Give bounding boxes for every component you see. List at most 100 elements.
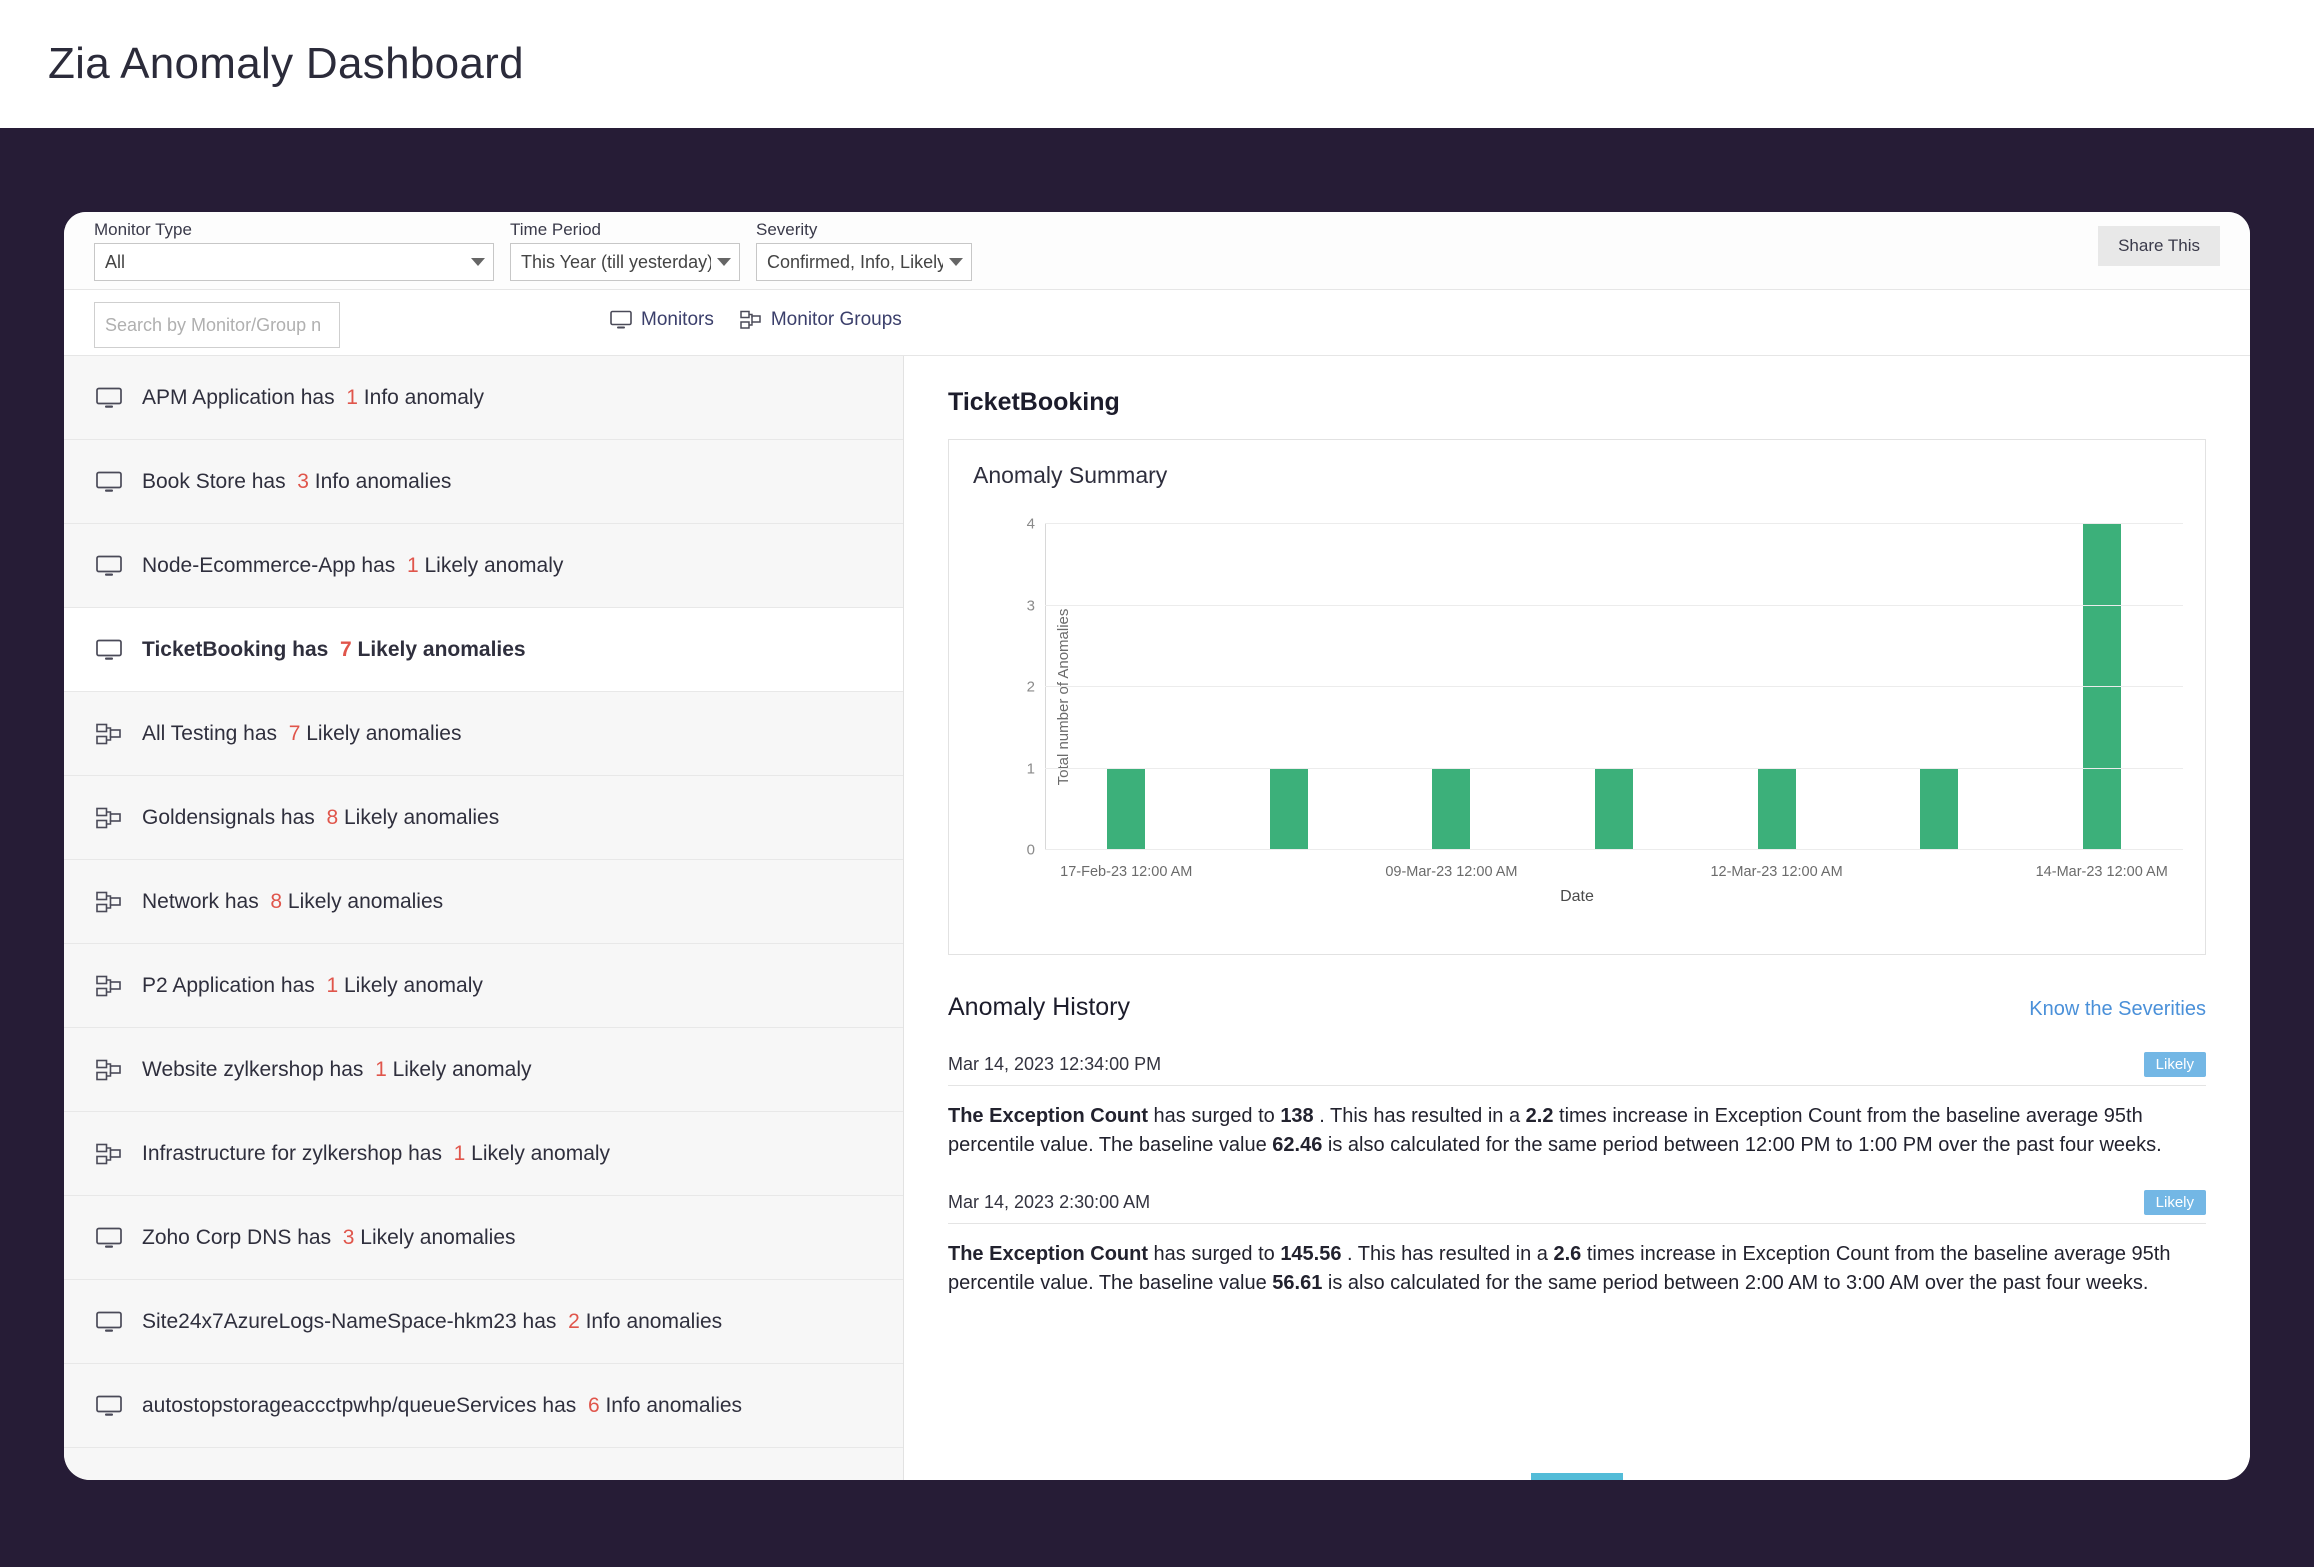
monitor-group-icon [96,1059,142,1081]
anomaly-entry-header: Mar 14, 2023 12:34:00 PM Likely [948,1052,2206,1086]
anomaly-count: 3 [297,469,309,493]
monitor-list-item-label: Goldensignals has 8 Likely anomalies [142,805,500,829]
monitor-list-item[interactable]: All Testing has 7 Likely anomalies [64,692,903,776]
filter-bar: Monitor Type All Time Period This Year (… [64,212,2250,290]
anomaly-history-list: Mar 14, 2023 12:34:00 PM Likely The Except… [948,1052,2206,1298]
anomaly-count: 6 [587,1393,600,1417]
monitor-type-select[interactable]: All [94,243,494,281]
monitor-list-item[interactable]: autostopstorageaccctpwhp/queueServices h… [64,1364,903,1448]
severity-filter: Severity Confirmed, Info, Likely [756,220,972,281]
anomaly-description: The Exception Count has surged to 145.56… [948,1243,2171,1294]
monitor-list-item[interactable]: P2 Application has 1 Likely anomaly [64,944,903,1028]
monitor-list-item-label: P2 Application has 1 Likely anomaly [142,973,483,997]
page-header: Zia Anomaly Dashboard [0,0,2314,128]
monitor-list-item[interactable]: Infrastructure for zylkershop has 1 Like… [64,1112,903,1196]
monitor-list-item-label: autostopstorageaccctpwhp/queueServices h… [142,1393,743,1417]
chart-y-tick: 0 [1026,841,1035,859]
anomaly-history-entry: Mar 14, 2023 2:30:00 AM Likely The Excepti… [948,1190,2206,1298]
anomaly-count: 8 [326,805,339,829]
severity-badge: Likely [2143,1052,2206,1077]
monitor-list-item[interactable]: Site24x7AzureLogs-NameSpace-hkm23 has 2 … [64,1280,903,1364]
monitor-group-icon [96,891,142,913]
chart-bar[interactable] [1920,768,1959,850]
monitor-list-item[interactable]: APM Application has 1 Info anomaly [64,356,903,440]
search-input[interactable] [94,302,340,348]
chart-x-tick: 14-Mar-23 12:00 AM [2035,864,2168,880]
anomaly-bar-chart: 0 1 2 3 4 17-Feb-23 12:00 AM 09-Mar-23 12:00 A… [1027,516,2183,880]
chart-gridline [1045,604,2183,606]
know-the-severities-link[interactable]: Know the Severities [2029,998,2206,1021]
chart-title: Anomaly Summary [973,462,1168,488]
anomaly-history-header: Anomaly History Know the Severities [948,993,2206,1022]
anomaly-summary-card: Anomaly Summary Total number of Anomalie… [948,439,2206,955]
monitor-group-icon [96,1143,142,1165]
chart-x-tick: 17-Feb-23 12:00 AM [1060,864,1193,880]
chevron-down-icon [471,258,485,266]
monitor-list-item-label: Node-Ecommerce-App has 1 Likely anomaly [142,553,564,577]
chart-bar[interactable] [1595,768,1633,850]
monitor-group-icon [740,310,762,330]
time-period-label: Time Period [510,220,602,239]
anomaly-count: 7 [288,721,301,745]
anomaly-count: 2 [568,1309,580,1333]
page-title: Zia Anomaly Dashboard [48,39,524,88]
monitor-group-icon [96,723,142,745]
monitor-type-value: All [105,251,126,272]
app-card: Monitor Type All Time Period This Year (… [64,212,2250,1480]
chart-gridline [1045,523,2183,524]
chart-bar[interactable] [1107,768,1146,850]
monitor-icon [610,310,632,330]
monitor-list-item[interactable]: Network has 8 Likely anomalies [64,860,903,944]
anomaly-count: 1 [453,1141,466,1165]
chart-y-tick: 1 [1026,760,1035,777]
anomaly-timestamp: Mar 14, 2023 2:30:00 AM [948,1192,1151,1212]
toggle-monitors[interactable]: Monitors [610,309,714,331]
monitor-list-item[interactable]: Goldensignals has 8 Likely anomalies [64,776,903,860]
chart-bars [1045,524,2183,850]
chart-gridline [1045,849,2183,850]
selected-monitor-title: TicketBooking [948,388,1120,416]
monitor-list-item[interactable]: Website zylkershop has 1 Likely anomaly [64,1028,903,1112]
load-more-indicator[interactable] [1531,1473,1623,1480]
chevron-down-icon [717,258,731,266]
share-this-button[interactable]: Share This [2098,226,2220,266]
anomaly-count: 1 [326,973,339,997]
chart-bar[interactable] [1757,768,1796,850]
monitor-list-item-label: APM Application has 1 Info anomaly [142,385,485,409]
monitor-list-item-label: Website zylkershop has 1 Likely anomaly [142,1057,532,1081]
anomaly-count: 1 [346,385,358,409]
chart-bar[interactable] [1269,768,1308,850]
monitor-list-item[interactable]: Zoho Corp DNS has 3 Likely anomalies [64,1196,903,1280]
monitor-type-label: Monitor Type [94,220,192,239]
severity-select[interactable]: Confirmed, Info, Likely [756,243,972,281]
monitor-list-item[interactable]: Book Store has 3 Info anomalies [64,440,903,524]
detail-pane: TicketBooking Anomaly Summary Total numb… [904,356,2250,1480]
monitor-list[interactable]: APM Application has 1 Info anomaly Book S… [64,356,904,1480]
chart-y-tick: 2 [1026,678,1035,696]
monitor-list-item[interactable]: Node-Ecommerce-App has 1 Likely anomaly [64,524,903,608]
monitor-list-item-label: Infrastructure for zylkershop has 1 Like… [142,1141,611,1165]
time-period-select[interactable]: This Year (till yesterday) [510,243,740,281]
monitor-icon [96,1227,142,1249]
chart-y-tick: 3 [1026,597,1035,614]
anomaly-description: The Exception Count has surged to 138 . … [948,1105,2162,1156]
chart-gridline [1045,767,2183,769]
chart-bar[interactable] [1432,768,1471,850]
anomaly-history-title: Anomaly History [948,993,1130,1021]
chart-bar[interactable] [2082,524,2121,850]
chart-gridline [1045,686,2183,687]
time-period-value: This Year (till yesterday) [521,251,711,272]
anomaly-count: 7 [340,637,352,661]
chart-x-tick: 09-Mar-23 12:00 AM [1385,864,1518,880]
monitor-list-item[interactable]: TicketBooking has 7 Likely anomalies [64,608,903,692]
anomaly-count: 1 [375,1057,387,1081]
monitor-icon [96,387,142,409]
anomaly-history-entry: Mar 14, 2023 12:34:00 PM Likely The Except… [948,1052,2206,1160]
anomaly-timestamp: Mar 14, 2023 12:34:00 PM [948,1054,1162,1074]
anomaly-count: 3 [342,1225,355,1249]
monitor-list-item-label: Book Store has 3 Info anomalies [142,469,452,493]
monitor-list-item-label: Site24x7AzureLogs-NameSpace-hkm23 has 2 … [142,1309,723,1333]
toggle-monitor-groups[interactable]: Monitor Groups [740,309,902,331]
monitor-icon [96,555,142,577]
monitor-group-icon [96,975,142,997]
